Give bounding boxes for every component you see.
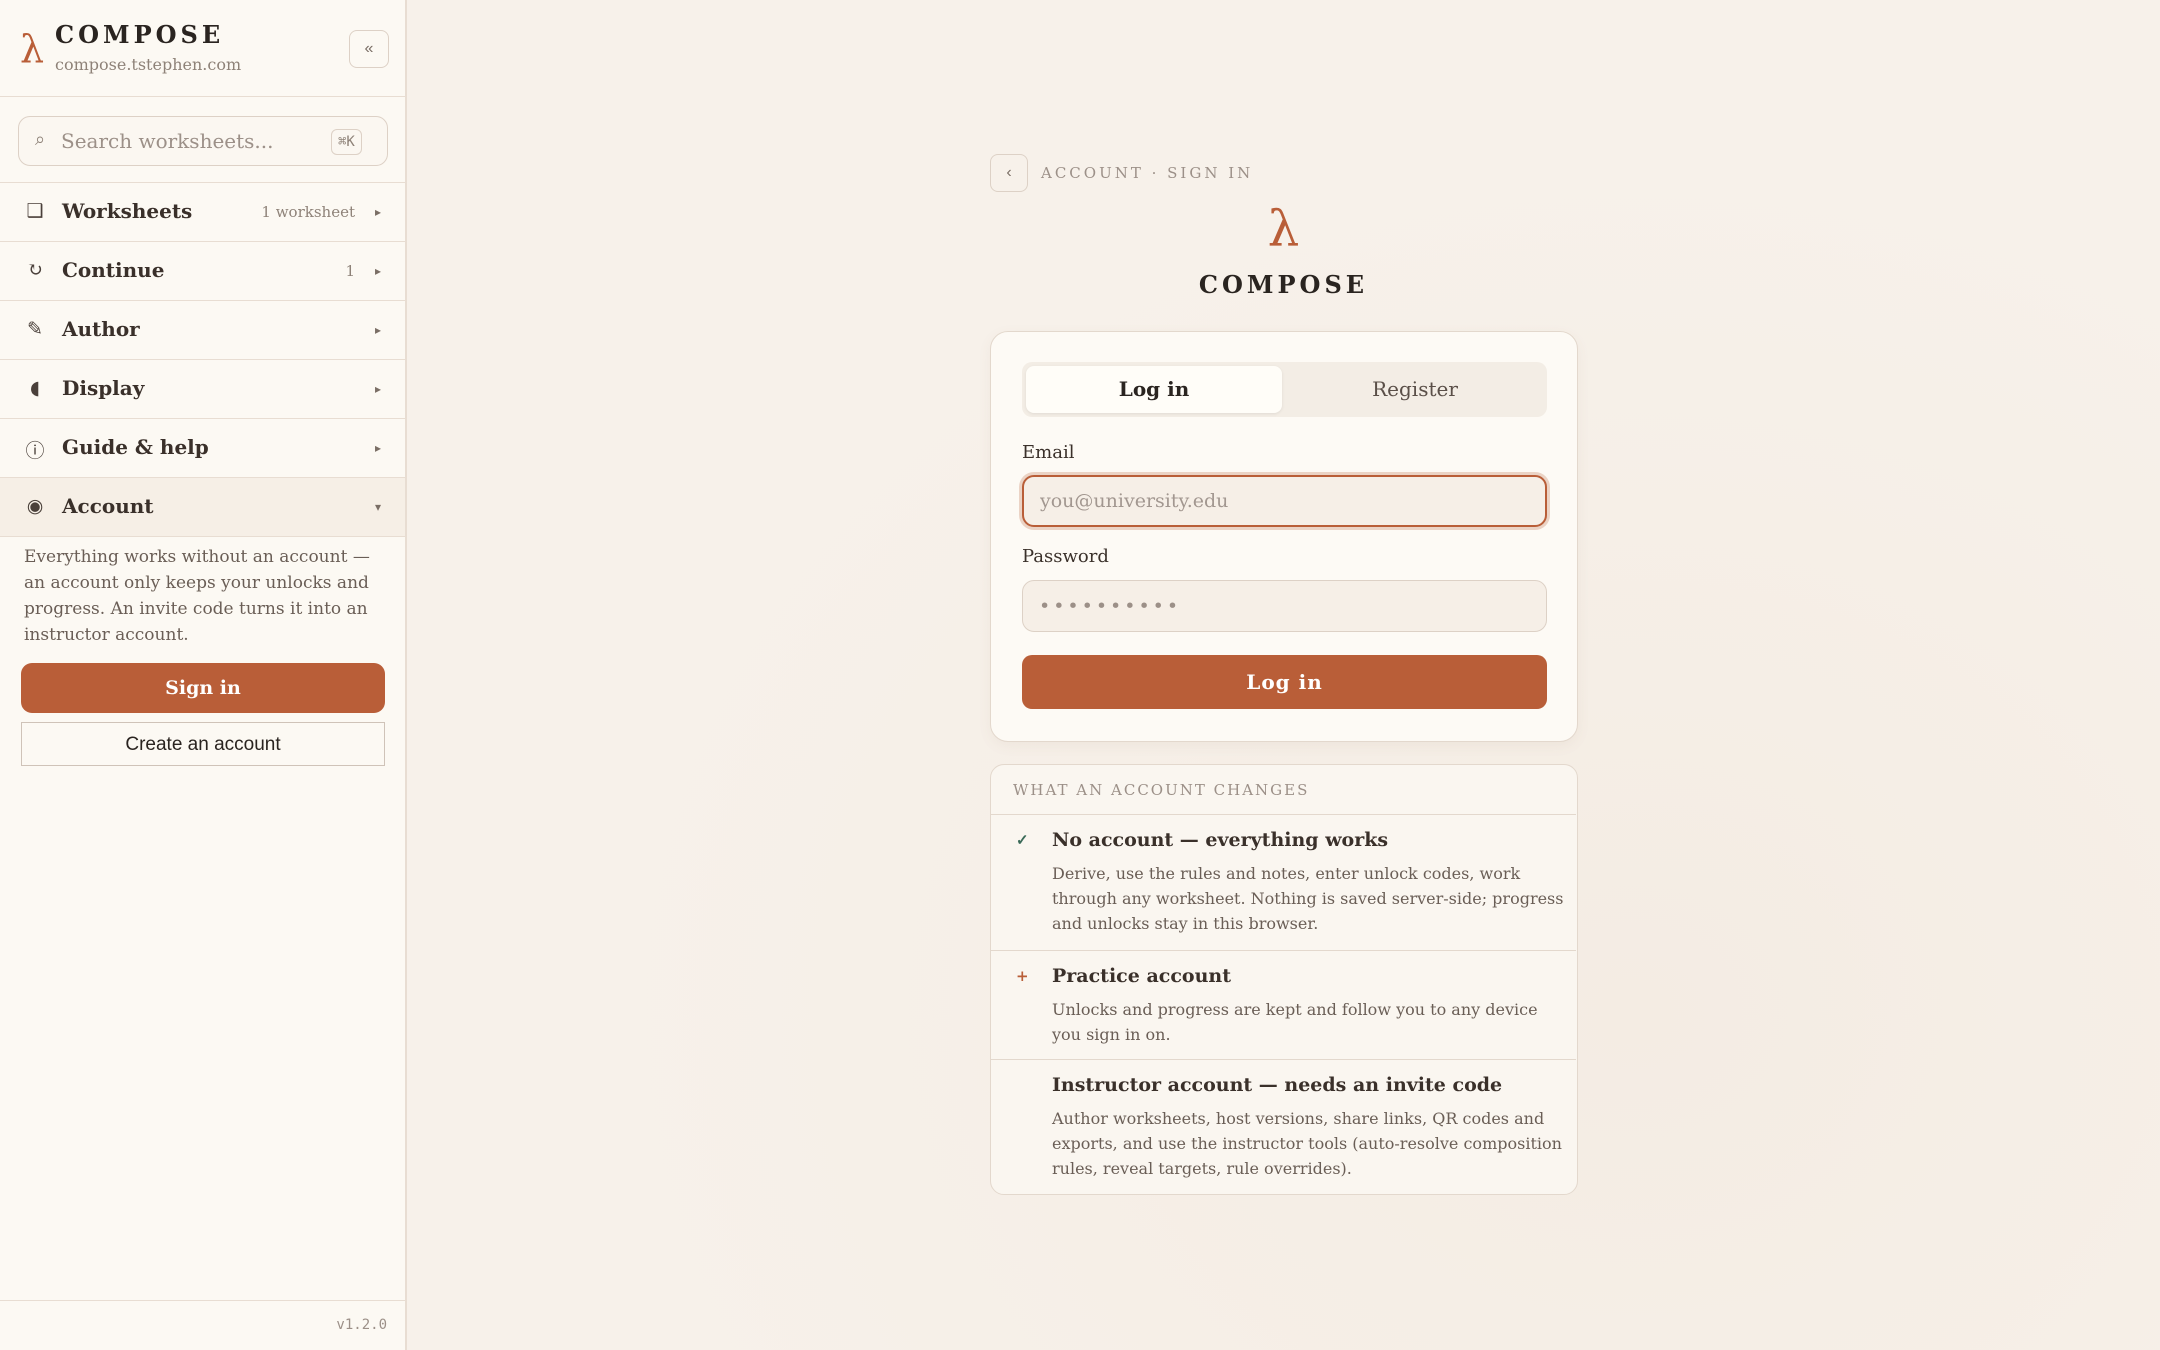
caret-right-icon: ▸	[374, 264, 381, 278]
email-label: Email	[1022, 442, 1075, 463]
breadcrumb: ACCOUNT · SIGN IN	[1041, 164, 1254, 182]
list-item-heading: Practice account	[1052, 965, 1231, 987]
list-item: + Practice account Unlocks and progress …	[991, 951, 1576, 1060]
refresh-icon: ↻	[27, 259, 43, 281]
sidebar-item-worksheets[interactable]: ❑ Worksheets 1 worksheet ▸	[0, 183, 405, 242]
sidebar-item-guide-help[interactable]: ⓘ Guide & help ▸	[0, 419, 405, 478]
sidebar-item-display[interactable]: ◖ Display ▸	[0, 360, 405, 419]
email-field[interactable]	[1022, 475, 1547, 527]
caret-right-icon: ▸	[374, 441, 381, 455]
list-item-heading: No account — everything works	[1052, 829, 1389, 851]
account-changes-title: WHAT AN ACCOUNT CHANGES	[1013, 781, 1310, 799]
search-box[interactable]: ⌕ ⌘K	[18, 116, 388, 166]
tab-register[interactable]: Register	[1287, 366, 1543, 413]
plus-icon: +	[1016, 967, 1029, 985]
sidebar-item-author[interactable]: ✎ Author ▸	[0, 301, 405, 360]
list-item-body: Derive, use the rules and notes, enter u…	[1052, 864, 1564, 933]
caret-down-icon: ▾	[374, 500, 381, 514]
sidebar: λ COMPOSE compose.tstephen.com « ⌕ ⌘K ❑ …	[0, 0, 407, 1350]
account-description: Everything works without an account — an…	[24, 547, 370, 645]
caret-right-icon: ▸	[374, 205, 381, 219]
search-shortcut-badge: ⌘K	[331, 129, 362, 155]
login-card: Log in Register Email Password Log in	[990, 331, 1578, 742]
collapse-sidebar-button[interactable]: «	[349, 30, 389, 68]
sign-in-button[interactable]: Sign in	[21, 663, 385, 713]
list-item-body: Unlocks and progress are kept and follow…	[1052, 1000, 1538, 1044]
search-icon: ⌕	[35, 129, 46, 150]
logo-title: COMPOSE	[1198, 270, 1369, 299]
lambda-logo-icon: λ	[20, 27, 45, 71]
caret-right-icon: ▸	[374, 323, 381, 337]
sidebar-item-label: Worksheets	[62, 199, 193, 223]
sidebar-item-label: Author	[62, 317, 140, 341]
account-changes-header: WHAT AN ACCOUNT CHANGES	[991, 765, 1576, 815]
tab-log-in[interactable]: Log in	[1026, 366, 1282, 413]
list-item: ✓ No account — everything works Derive, …	[991, 815, 1576, 951]
sidebar-item-count: 1	[345, 262, 355, 280]
pencil-icon: ✎	[27, 318, 43, 340]
sidebar-item-label: Continue	[62, 258, 165, 282]
list-item-heading: Instructor account — needs an invite cod…	[1052, 1074, 1503, 1096]
sidebar-item-label: Account	[62, 494, 154, 518]
search-input[interactable]	[61, 125, 311, 157]
auth-tabs: Log in Register	[1022, 362, 1547, 417]
log-in-button[interactable]: Log in	[1022, 655, 1547, 709]
double-chevron-left-icon: «	[364, 40, 374, 57]
half-circle-icon: ◖	[29, 377, 40, 399]
caret-right-icon: ▸	[374, 382, 381, 396]
password-field[interactable]	[1022, 580, 1547, 632]
lambda-logo-icon: λ	[1267, 200, 1300, 258]
list-item: Instructor account — needs an invite cod…	[991, 1060, 1576, 1194]
sidebar-item-count: 1 worksheet	[261, 203, 355, 221]
password-label: Password	[1022, 546, 1109, 567]
sidebar-footer: v1.2.0	[0, 1300, 405, 1350]
brand-name: COMPOSE	[55, 20, 225, 49]
brand-url[interactable]: compose.tstephen.com	[55, 55, 241, 74]
account-changes-card: WHAT AN ACCOUNT CHANGES ✓ No account — e…	[990, 764, 1578, 1195]
chevron-left-icon: ‹	[1006, 164, 1012, 181]
square-icon: ❑	[26, 200, 44, 222]
sidebar-item-account[interactable]: ◉ Account ▾	[0, 478, 405, 537]
sidebar-item-label: Display	[62, 376, 145, 400]
back-button[interactable]: ‹	[990, 154, 1028, 192]
sidebar-nav: ❑ Worksheets 1 worksheet ▸ ↻ Continue 1 …	[0, 182, 405, 537]
list-item-body: Author worksheets, host versions, share …	[1052, 1109, 1562, 1178]
user-circle-icon: ◉	[26, 495, 44, 517]
info-icon: ⓘ	[25, 440, 45, 462]
create-account-button[interactable]: Create an account	[21, 722, 385, 766]
main-content: ‹ ACCOUNT · SIGN IN λ COMPOSE Log in Reg…	[407, 0, 2160, 1350]
check-icon: ✓	[1016, 831, 1029, 849]
sidebar-item-label: Guide & help	[62, 435, 209, 459]
brand-header: λ COMPOSE compose.tstephen.com «	[0, 0, 405, 97]
version-label: v1.2.0	[336, 1317, 387, 1333]
sidebar-item-continue[interactable]: ↻ Continue 1 ▸	[0, 242, 405, 301]
